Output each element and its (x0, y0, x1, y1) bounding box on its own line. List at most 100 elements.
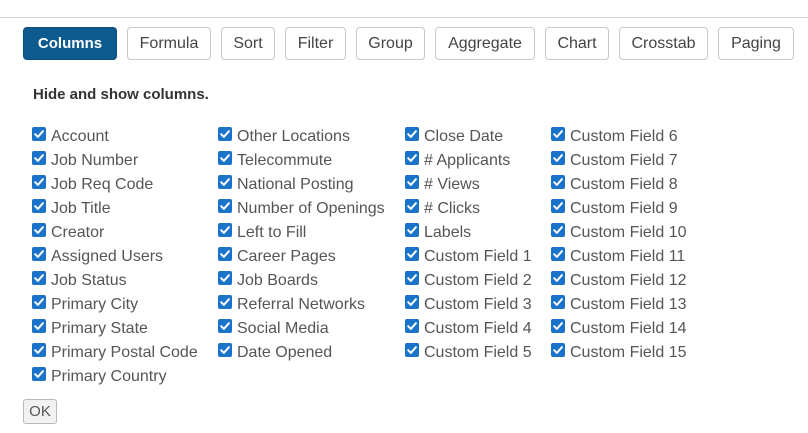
checkbox-icon[interactable] (218, 199, 232, 213)
checkbox-icon[interactable] (32, 271, 46, 285)
column-option-social-media[interactable]: Social Media (218, 317, 385, 341)
column-option-custom-field-7[interactable]: Custom Field 7 (551, 149, 687, 173)
checkbox-icon[interactable] (551, 175, 565, 189)
checkbox-icon[interactable] (551, 319, 565, 333)
checkbox-icon[interactable] (218, 127, 232, 141)
tab-filter[interactable]: Filter (285, 27, 346, 60)
column-option-custom-field-1[interactable]: Custom Field 1 (405, 245, 532, 269)
checkbox-icon[interactable] (218, 295, 232, 309)
checkmark-icon (34, 130, 44, 138)
ok-button[interactable]: OK (23, 399, 57, 424)
column-option-other-locations[interactable]: Other Locations (218, 125, 385, 149)
column-option-label: Job Title (51, 200, 111, 217)
column-option-custom-field-14[interactable]: Custom Field 14 (551, 317, 687, 341)
checkbox-icon[interactable] (218, 319, 232, 333)
checkmark-icon (553, 274, 563, 282)
checkbox-icon[interactable] (218, 271, 232, 285)
checkbox-icon[interactable] (405, 271, 419, 285)
tab-columns[interactable]: Columns (23, 27, 117, 60)
checkbox-icon[interactable] (32, 223, 46, 237)
checkbox-icon[interactable] (405, 175, 419, 189)
checkbox-icon[interactable] (405, 295, 419, 309)
column-option-creator[interactable]: Creator (32, 221, 198, 245)
column-option-career-pages[interactable]: Career Pages (218, 245, 385, 269)
tab-formula[interactable]: Formula (127, 27, 211, 60)
checkbox-icon[interactable] (218, 151, 232, 165)
checkbox-icon[interactable] (32, 295, 46, 309)
column-option-job-title[interactable]: Job Title (32, 197, 198, 221)
column-option-close-date[interactable]: Close Date (405, 125, 532, 149)
column-option-custom-field-6[interactable]: Custom Field 6 (551, 125, 687, 149)
checkmark-icon (407, 130, 417, 138)
checkbox-icon[interactable] (405, 199, 419, 213)
checkbox-icon[interactable] (405, 151, 419, 165)
column-option-labels[interactable]: Labels (405, 221, 532, 245)
checkbox-icon[interactable] (405, 127, 419, 141)
column-option-custom-field-15[interactable]: Custom Field 15 (551, 341, 687, 365)
checkbox-icon[interactable] (218, 175, 232, 189)
column-option-primary-city[interactable]: Primary City (32, 293, 198, 317)
column-option-number-of-openings[interactable]: Number of Openings (218, 197, 385, 221)
column-option-custom-field-3[interactable]: Custom Field 3 (405, 293, 532, 317)
checkbox-icon[interactable] (32, 175, 46, 189)
checkbox-icon[interactable] (551, 199, 565, 213)
checkbox-icon[interactable] (32, 199, 46, 213)
tab-chart[interactable]: Chart (545, 27, 609, 60)
column-option-primary-state[interactable]: Primary State (32, 317, 198, 341)
column-option-custom-field-9[interactable]: Custom Field 9 (551, 197, 687, 221)
column-option-custom-field-10[interactable]: Custom Field 10 (551, 221, 687, 245)
column-option-telecommute[interactable]: Telecommute (218, 149, 385, 173)
column-option-custom-field-4[interactable]: Custom Field 4 (405, 317, 532, 341)
tab-crosstab[interactable]: Crosstab (619, 27, 708, 60)
column-option-label: Job Number (51, 152, 139, 169)
column-option-primary-country[interactable]: Primary Country (32, 365, 198, 389)
column-option-applicants[interactable]: # Applicants (405, 149, 532, 173)
column-option-job-number[interactable]: Job Number (32, 149, 198, 173)
column-option-referral-networks[interactable]: Referral Networks (218, 293, 385, 317)
column-option-clicks[interactable]: # Clicks (405, 197, 532, 221)
checkmark-icon (407, 322, 417, 330)
checkbox-icon[interactable] (551, 127, 565, 141)
tab-group[interactable]: Group (356, 27, 425, 60)
column-option-views[interactable]: # Views (405, 173, 532, 197)
checkbox-icon[interactable] (405, 223, 419, 237)
checkbox-icon[interactable] (218, 223, 232, 237)
checkbox-icon[interactable] (551, 223, 565, 237)
tab-paging[interactable]: Paging (718, 27, 794, 60)
column-option-custom-field-2[interactable]: Custom Field 2 (405, 269, 532, 293)
column-option-job-req-code[interactable]: Job Req Code (32, 173, 198, 197)
checkbox-icon[interactable] (218, 247, 232, 261)
checkbox-icon[interactable] (405, 343, 419, 357)
tab-aggregate[interactable]: Aggregate (435, 27, 535, 60)
checkbox-icon[interactable] (32, 319, 46, 333)
column-option-custom-field-12[interactable]: Custom Field 12 (551, 269, 687, 293)
column-option-custom-field-11[interactable]: Custom Field 11 (551, 245, 687, 269)
checkbox-icon[interactable] (405, 247, 419, 261)
checkbox-icon[interactable] (218, 343, 232, 357)
checkbox-icon[interactable] (405, 319, 419, 333)
checkbox-icon[interactable] (551, 247, 565, 261)
tab-sort[interactable]: Sort (221, 27, 275, 60)
checkbox-icon[interactable] (551, 151, 565, 165)
checkbox-icon[interactable] (32, 151, 46, 165)
column-option-left-to-fill[interactable]: Left to Fill (218, 221, 385, 245)
checkbox-icon[interactable] (551, 295, 565, 309)
column-option-job-status[interactable]: Job Status (32, 269, 198, 293)
checkbox-icon[interactable] (32, 367, 46, 381)
column-option-custom-field-8[interactable]: Custom Field 8 (551, 173, 687, 197)
checkbox-icon[interactable] (32, 247, 46, 261)
column-option-assigned-users[interactable]: Assigned Users (32, 245, 198, 269)
column-option-date-opened[interactable]: Date Opened (218, 341, 385, 365)
column-option-job-boards[interactable]: Job Boards (218, 269, 385, 293)
column-option-custom-field-13[interactable]: Custom Field 13 (551, 293, 687, 317)
checkbox-icon[interactable] (551, 271, 565, 285)
column-option-national-posting[interactable]: National Posting (218, 173, 385, 197)
checkbox-icon[interactable] (551, 343, 565, 357)
checkbox-icon[interactable] (32, 127, 46, 141)
column-option-primary-postal-code[interactable]: Primary Postal Code (32, 341, 198, 365)
column-option-account[interactable]: Account (32, 125, 198, 149)
checkbox-icon[interactable] (32, 343, 46, 357)
column-option-label: Referral Networks (237, 296, 366, 313)
checkmark-icon (220, 346, 230, 354)
column-option-custom-field-5[interactable]: Custom Field 5 (405, 341, 532, 365)
